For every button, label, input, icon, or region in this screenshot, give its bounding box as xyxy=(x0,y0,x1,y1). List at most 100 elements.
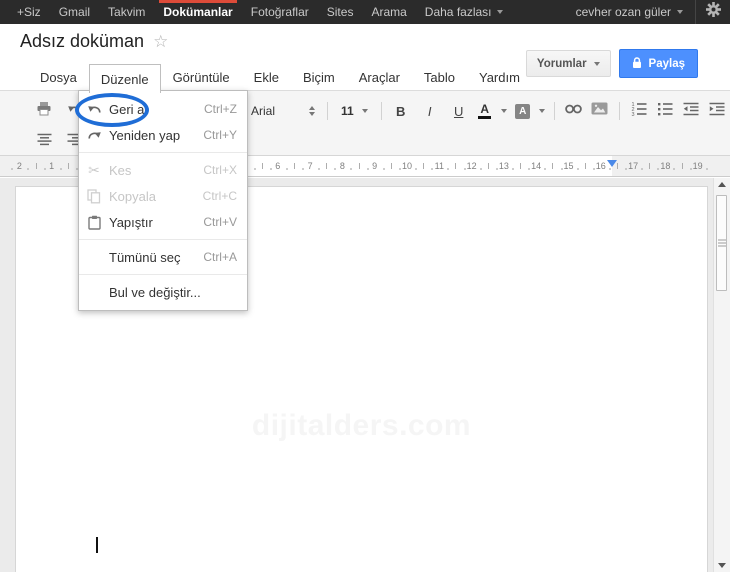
share-button[interactable]: Paylaş xyxy=(618,49,698,78)
comments-button[interactable]: Yorumlar xyxy=(525,50,611,77)
ruler-tick xyxy=(67,163,69,169)
text-cursor xyxy=(96,537,98,553)
menu-item-shortcut: Ctrl+A xyxy=(203,250,237,264)
menu-item-shortcut: Ctrl+Y xyxy=(203,128,237,142)
ruler-dot xyxy=(479,168,482,170)
toolbar-divider xyxy=(553,102,555,120)
chevron-down-icon[interactable] xyxy=(500,109,507,113)
title-row: Adsız doküman ☆ xyxy=(20,31,168,52)
menubar-item-dosya[interactable]: Dosya xyxy=(28,64,89,90)
ruler-dot xyxy=(673,168,676,170)
scroll-down-button[interactable] xyxy=(714,563,730,568)
ruler-tick xyxy=(616,163,618,169)
account-name: cevher ozan güler xyxy=(575,5,671,19)
chevron-down-icon xyxy=(496,10,503,14)
topbar-item-dokumanlar[interactable]: Dokümanlar xyxy=(154,0,241,24)
header-buttons: Yorumlar Paylaş xyxy=(525,49,698,78)
scrollbar-thumb[interactable] xyxy=(716,195,727,291)
underline-button[interactable]: U xyxy=(449,100,469,122)
ruler-dot xyxy=(576,168,579,170)
triangle-down-icon xyxy=(718,563,726,568)
print-button[interactable] xyxy=(34,100,54,122)
ruler-dot xyxy=(495,168,498,170)
menu-item-redo[interactable]: Yeniden yap Ctrl+Y xyxy=(79,122,247,148)
menubar-item-araclar[interactable]: Araçlar xyxy=(347,64,412,90)
topbar-item-arama[interactable]: Arama xyxy=(362,0,415,24)
document-title[interactable]: Adsız doküman xyxy=(20,31,144,52)
bulleted-list-icon xyxy=(657,102,673,121)
align-center-button[interactable] xyxy=(34,131,54,153)
toolbar-main-group: Arial 11 B I U A A 123 xyxy=(248,99,730,123)
ruler-number: 10 xyxy=(401,161,413,171)
menu-item-label: Yeniden yap xyxy=(109,127,181,143)
watermark: dijitalders.com xyxy=(251,409,472,442)
ruler-tick xyxy=(552,163,554,169)
text-color-button[interactable]: A xyxy=(475,100,495,122)
toolbar-divider xyxy=(380,102,382,120)
italic-button[interactable]: I xyxy=(417,100,443,122)
insert-link-button[interactable] xyxy=(564,100,584,122)
ruler-dot xyxy=(253,168,256,170)
indent-button[interactable] xyxy=(707,100,727,122)
vertical-scrollbar[interactable] xyxy=(713,178,730,572)
scroll-up-button[interactable] xyxy=(714,182,730,187)
margin-marker-icon[interactable] xyxy=(607,160,617,167)
topbar-item-daha-fazlasi[interactable]: Daha fazlası xyxy=(416,0,512,24)
gear-icon xyxy=(705,2,721,22)
chevron-down-icon[interactable] xyxy=(538,109,545,113)
ruler-tick xyxy=(326,163,328,169)
ruler-tick xyxy=(293,163,295,169)
menubar-item-tablo[interactable]: Tablo xyxy=(412,64,467,90)
topbar-right: cevher ozan güler xyxy=(564,0,730,24)
comments-button-label: Yorumlar xyxy=(536,57,587,70)
menu-item-label: Geri al xyxy=(109,101,148,117)
menubar-item-ekle[interactable]: Ekle xyxy=(242,64,291,90)
menubar-item-duzenle[interactable]: Düzenle xyxy=(88,64,161,93)
cut-icon: ✂ xyxy=(88,162,100,178)
ruler-dot xyxy=(43,168,46,170)
menu-item-label: Kes xyxy=(109,162,132,178)
menubar-item-yardim[interactable]: Yardım xyxy=(467,64,532,90)
topbar-item-fotograflar[interactable]: Fotoğraflar xyxy=(242,0,318,24)
menubar-item-bicim[interactable]: Biçim xyxy=(291,64,347,90)
account-menu[interactable]: cevher ozan güler xyxy=(564,0,695,24)
menu-item-label: Yapıştır xyxy=(109,214,153,230)
topbar-item-takvim[interactable]: Takvim xyxy=(99,0,154,24)
menu-item-label: Kopyala xyxy=(109,188,156,204)
ruler-dot xyxy=(415,168,417,170)
topbar-item-label: Daha fazlası xyxy=(424,5,492,19)
menu-separator xyxy=(79,274,247,275)
topbar-item-sites[interactable]: Sites xyxy=(318,0,363,24)
topbar-item-gmail[interactable]: Gmail xyxy=(50,0,99,24)
ruler-dot xyxy=(382,168,385,170)
bold-button[interactable]: B xyxy=(391,100,411,122)
menu-item-select-all[interactable]: Tümünü seç Ctrl+A xyxy=(79,244,247,270)
settings-button[interactable] xyxy=(696,0,730,24)
menu-item-find-replace[interactable]: Bul ve değiştir... xyxy=(79,279,247,305)
menu-item-paste[interactable]: Yapıştır Ctrl+V xyxy=(79,209,247,235)
insert-image-button[interactable] xyxy=(590,100,610,122)
chevron-down-icon xyxy=(677,10,683,14)
topbar-item-siz[interactable]: +Siz xyxy=(8,0,50,24)
ruler-dot xyxy=(689,168,692,170)
menubar-item-goruntule[interactable]: Görüntüle xyxy=(161,64,242,90)
edit-dropdown-menu: Geri al Ctrl+Z Yeniden yap Ctrl+Y ✂ Kes Ctrl+X… xyxy=(78,90,248,311)
bulleted-list-button[interactable] xyxy=(655,100,675,122)
font-size-select[interactable]: 11 xyxy=(337,104,372,118)
outdent-button[interactable] xyxy=(681,100,701,122)
ruler-dot xyxy=(59,168,62,170)
menu-item-undo[interactable]: Geri al Ctrl+Z xyxy=(79,96,247,122)
font-family-select[interactable]: Arial xyxy=(248,104,318,118)
ruler-number: 14 xyxy=(531,161,542,171)
star-icon[interactable]: ☆ xyxy=(153,33,168,50)
menu-item-copy: Kopyala Ctrl+C xyxy=(79,183,247,209)
ruler-number: 8 xyxy=(339,161,345,171)
ruler-number: 13 xyxy=(498,161,509,171)
numbered-list-button[interactable]: 123 xyxy=(629,100,649,122)
topbar-item-label: +Siz xyxy=(17,5,41,19)
ruler-dot xyxy=(608,168,611,170)
toolbar-left-group xyxy=(34,99,84,123)
topbar-item-label: Sites xyxy=(326,5,354,19)
highlight-color-button[interactable]: A xyxy=(513,100,533,122)
ruler-number: 12 xyxy=(466,161,477,171)
